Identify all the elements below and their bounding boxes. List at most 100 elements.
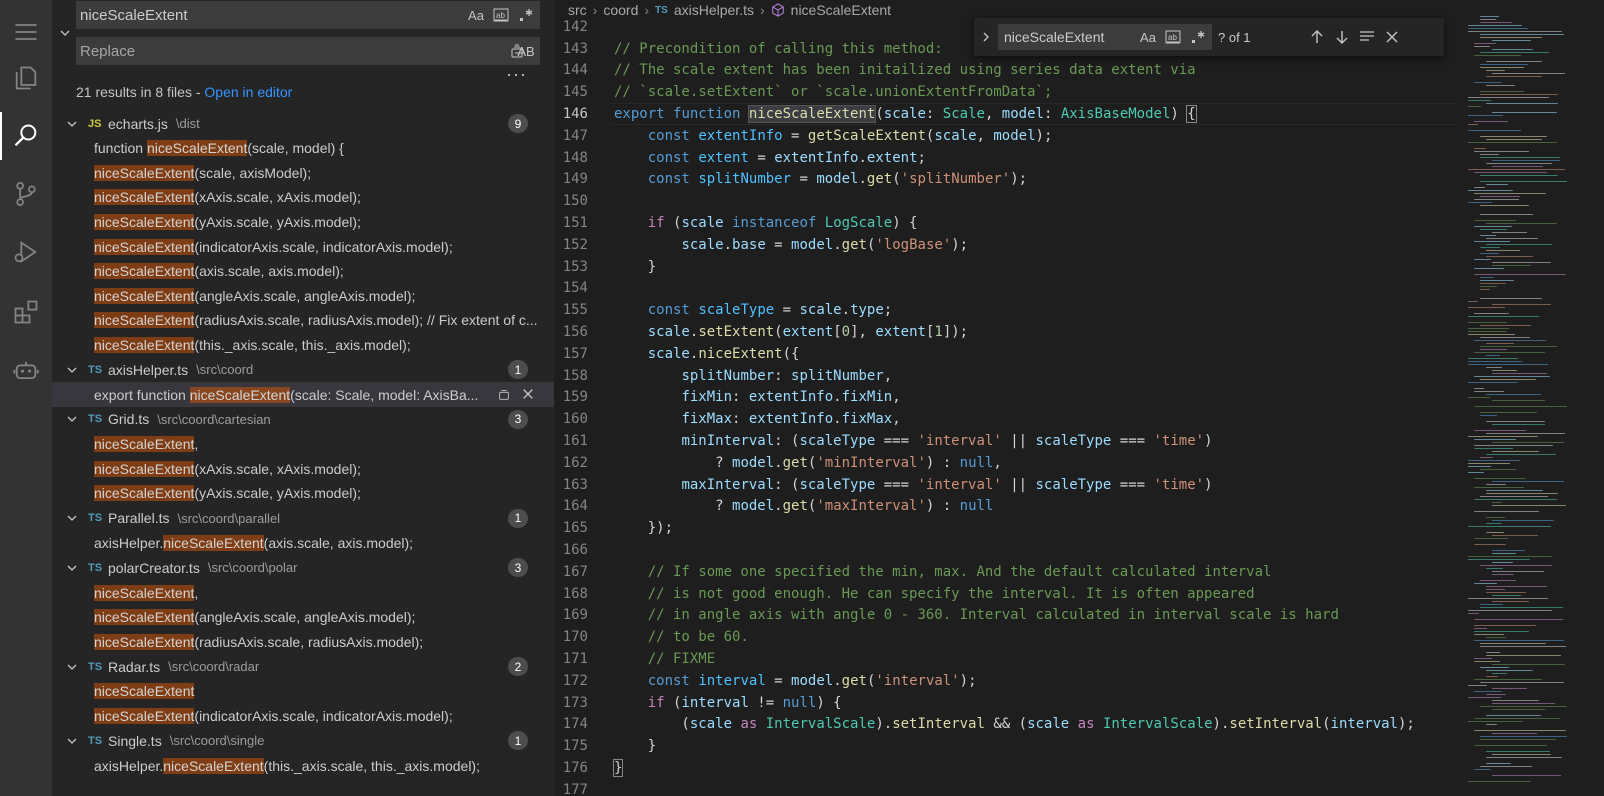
- file-result-row[interactable]: TS Parallel.ts \src\coord\parallel 1: [52, 506, 554, 531]
- whole-word-option[interactable]: ab: [490, 4, 512, 26]
- replace-input[interactable]: Replace AB: [76, 37, 540, 65]
- find-whole-word-option[interactable]: ab: [1162, 26, 1184, 48]
- match-result-row[interactable]: axisHelper. niceScaleExtent (this._axis.sc…: [52, 753, 554, 778]
- extensions-icon[interactable]: [0, 288, 52, 336]
- chevron-down-icon[interactable]: [66, 118, 80, 130]
- match-result-row[interactable]: niceScaleExtent,: [52, 580, 554, 605]
- file-result-row[interactable]: TS Grid.ts \src\coord\cartesian 3: [52, 407, 554, 432]
- code-token: model: [732, 454, 775, 471]
- match-result-row[interactable]: niceScaleExtent (angleAxis.scale, angleAx…: [52, 284, 554, 309]
- match-result-row[interactable]: niceScaleExtent (xAxis.scale, xAxis.model…: [52, 457, 554, 482]
- line-number: 174: [562, 716, 588, 733]
- code-token: get: [782, 498, 808, 515]
- next-match-button[interactable]: [1331, 26, 1353, 48]
- regex-option[interactable]: [515, 4, 537, 26]
- minimap-line: [1474, 745, 1547, 747]
- code-editor[interactable]: 142 143 // Precondition of calling this me…: [554, 16, 1458, 796]
- find-regex-option[interactable]: [1187, 26, 1209, 48]
- file-path: \src\coord\radar: [168, 659, 260, 675]
- typescript-file-icon: TS: [88, 363, 103, 376]
- minimap[interactable]: [1468, 16, 1568, 796]
- match-result-row[interactable]: niceScaleExtent,: [52, 432, 554, 457]
- minimap-line: [1492, 673, 1507, 675]
- close-find-button[interactable]: [1381, 26, 1403, 48]
- match-suffix: (scale, model) {: [247, 140, 344, 157]
- file-result-row[interactable]: TS polarCreator.ts \src\coord\polar 3: [52, 555, 554, 580]
- toggle-find-replace-button[interactable]: [978, 28, 994, 46]
- line-text: // If some one specified the min, max. A…: [614, 564, 1272, 580]
- match-result-row[interactable]: axisHelper. niceScaleExtent (axis.scale, a…: [52, 531, 554, 556]
- minimap-line: [1474, 241, 1510, 243]
- match-highlight: niceScaleExtent: [94, 609, 195, 626]
- match-result-row[interactable]: niceScaleExtent (radiusAxis.scale, radius…: [52, 308, 554, 333]
- search-icon[interactable]: [0, 112, 52, 160]
- minimap-line: [1492, 688, 1527, 690]
- minimap-line: [1492, 232, 1527, 234]
- replace-match-button[interactable]: [496, 386, 512, 402]
- arrow-up-icon: [1311, 30, 1323, 43]
- code-token: const: [647, 171, 690, 188]
- chevron-down-icon[interactable]: [66, 735, 80, 747]
- vertical-scrollbar[interactable]: [1590, 16, 1604, 796]
- chevron-down-icon[interactable]: [66, 562, 80, 574]
- match-result-row[interactable]: niceScaleExtent (indicatorAxis.scale, ind…: [52, 704, 554, 729]
- match-result-row[interactable]: niceScaleExtent (angleAxis.scale, angleAx…: [52, 605, 554, 630]
- match-result-row[interactable]: niceScaleExtent (indicatorAxis.scale, ind…: [52, 234, 554, 259]
- find-in-selection-button[interactable]: [1356, 26, 1378, 48]
- replace-all-button[interactable]: [506, 40, 528, 62]
- minimap-line: [1474, 625, 1536, 627]
- match-result-row[interactable]: niceScaleExtent: [52, 679, 554, 704]
- code-token: ?: [614, 454, 733, 471]
- match-result-row[interactable]: niceScaleExtent (yAxis.scale, yAxis.model…: [52, 481, 554, 506]
- file-path: \src\coord\cartesian: [157, 411, 271, 427]
- match-case-option[interactable]: Aa: [465, 4, 487, 26]
- match-suffix: (radiusAxis.scale, radiusAxis.model);: [194, 633, 424, 650]
- match-result-row[interactable]: niceScaleExtent (xAxis.scale, xAxis.model…: [52, 185, 554, 210]
- find-match-case-option[interactable]: Aa: [1137, 26, 1159, 48]
- explorer-icon[interactable]: [0, 54, 52, 102]
- file-result-row[interactable]: TS Single.ts \src\coord\single 1: [52, 728, 554, 753]
- match-result-row[interactable]: niceScaleExtent (this._axis.scale, this._…: [52, 333, 554, 358]
- menu-icon[interactable]: [0, 8, 52, 56]
- line-text: if (interval != null) {: [614, 695, 842, 711]
- code-token: ,: [984, 106, 1002, 123]
- source-control-icon[interactable]: [0, 170, 52, 218]
- minimap-line: [1492, 49, 1533, 51]
- search-input[interactable]: niceScaleExtent Aa ab: [76, 1, 540, 29]
- chevron-down-icon[interactable]: [66, 661, 80, 673]
- chevron-down-icon[interactable]: [66, 413, 80, 425]
- minimap-line: [1486, 238, 1538, 240]
- file-result-row[interactable]: TS Radar.ts \src\coord\radar 2: [52, 654, 554, 679]
- match-result-row[interactable]: niceScaleExtent (axis.scale, axis.model);: [52, 259, 554, 284]
- match-result-row[interactable]: niceScaleExtent (yAxis.scale, yAxis.model…: [52, 210, 554, 235]
- chevron-down-icon[interactable]: [66, 512, 80, 524]
- search-query[interactable]: niceScaleExtent: [80, 7, 465, 24]
- code-token: 'time': [1153, 433, 1205, 450]
- file-name: Grid.ts: [108, 411, 150, 428]
- chevron-down-icon[interactable]: [66, 364, 80, 376]
- toggle-replace-button[interactable]: [56, 22, 74, 44]
- minimap-line: [1480, 283, 1506, 285]
- file-result-row[interactable]: TS axisHelper.ts \src\coord 1: [52, 357, 554, 382]
- more-actions-icon[interactable]: ···: [506, 64, 527, 85]
- match-result-row[interactable]: export function niceScaleExtent (scale: S…: [52, 382, 554, 407]
- code-token: // `scale.setExtent` or `scale.unionExte…: [614, 84, 1053, 101]
- run-debug-icon[interactable]: [0, 228, 52, 276]
- dismiss-match-button[interactable]: [520, 386, 536, 402]
- match-result-row[interactable]: niceScaleExtent (scale, axisModel);: [52, 161, 554, 186]
- find-input[interactable]: niceScaleExtent Aa ab: [998, 24, 1212, 50]
- line-text: }: [614, 738, 656, 754]
- minimap-line: [1474, 661, 1500, 663]
- file-result-row[interactable]: JS echarts.js \dist 9: [52, 111, 554, 136]
- match-result-row[interactable]: function niceScaleExtent (scale, model) {: [52, 136, 554, 161]
- code-line: 176}: [554, 757, 1454, 779]
- find-query[interactable]: niceScaleExtent: [1004, 29, 1137, 45]
- copilot-icon[interactable]: [0, 346, 52, 394]
- match-suffix: (yAxis.scale, yAxis.model);: [194, 214, 361, 231]
- whole-word-icon: ab: [1165, 30, 1181, 44]
- previous-match-button[interactable]: [1306, 26, 1328, 48]
- match-result-row[interactable]: niceScaleExtent (radiusAxis.scale, radius…: [52, 630, 554, 655]
- open-in-editor-link[interactable]: Open in editor: [204, 84, 292, 100]
- line-number: 159: [562, 389, 588, 406]
